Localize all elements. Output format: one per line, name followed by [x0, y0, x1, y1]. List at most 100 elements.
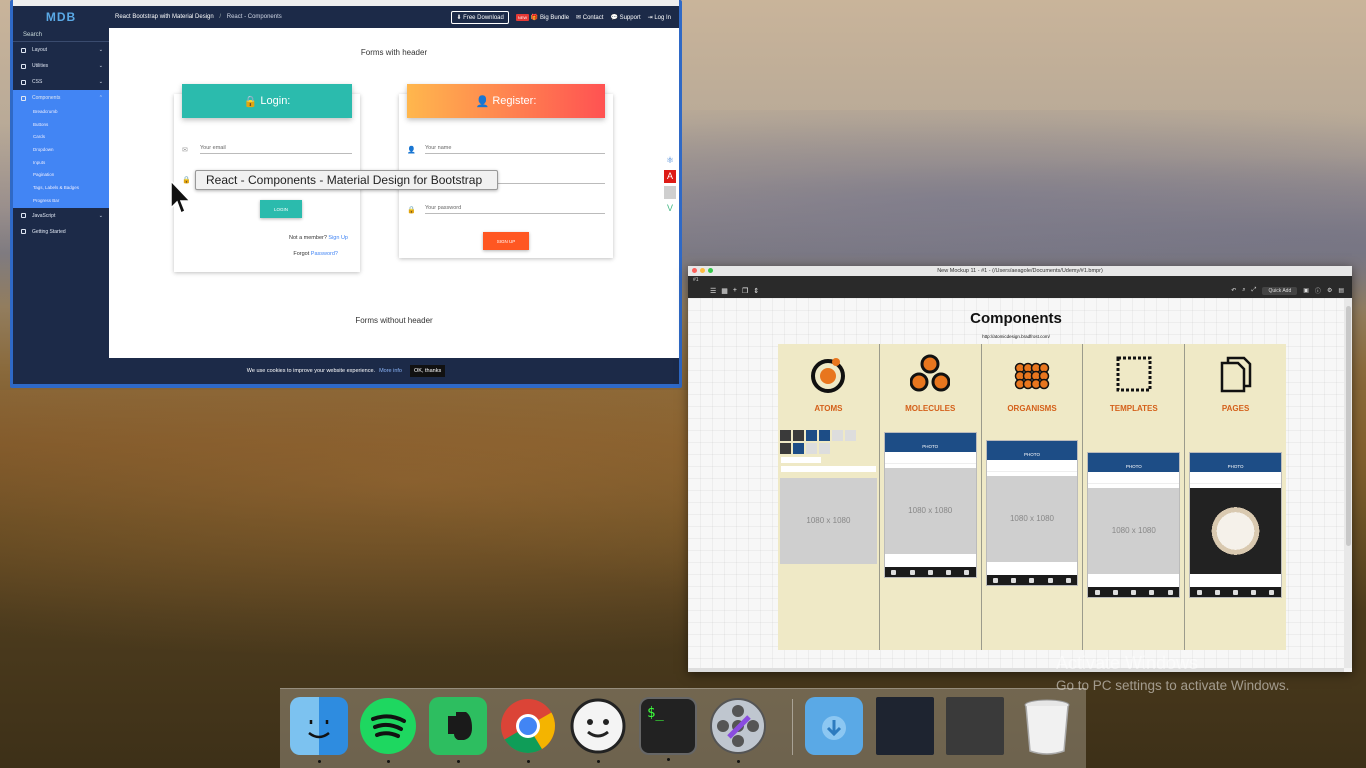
spotify-icon[interactable] — [359, 697, 417, 763]
support-label: Support — [619, 14, 641, 21]
support-link[interactable]: 💬 Support — [610, 14, 640, 21]
mockup-window-title: New Mockup 11 - #1 - (/Users/aeagole/Doc… — [937, 268, 1103, 274]
breadcrumb-root[interactable]: React Bootstrap with Material Design — [115, 14, 214, 20]
settings-icon[interactable]: ⚙ — [1327, 287, 1332, 294]
name-field[interactable]: 👤 Your name — [407, 138, 605, 154]
sidebar-search[interactable]: Search — [13, 28, 109, 42]
maximize-button[interactable] — [708, 268, 713, 273]
download-icon — [21, 229, 26, 234]
submenu-item-progress-bar[interactable]: Progress Bar — [13, 195, 109, 208]
login-button[interactable]: LOGIN — [260, 200, 302, 218]
submenu-item-dropdown[interactable]: Dropdown — [13, 144, 109, 157]
screenshot-thumbnail-icon[interactable] — [946, 697, 1004, 755]
submenu-item-cards[interactable]: Cards — [13, 131, 109, 144]
submenu-item-breadcrumb[interactable]: Breadcrumb — [13, 106, 109, 119]
phone-user-row — [1088, 472, 1180, 484]
submenu-item-buttons[interactable]: Buttons — [13, 119, 109, 132]
more-info-link[interactable]: More info — [379, 368, 402, 374]
undo-icon[interactable]: ↶ — [1231, 287, 1236, 294]
screenshot-thumbnail-icon[interactable] — [876, 697, 934, 755]
atom-icon-row — [780, 443, 877, 454]
forgot-password-link[interactable]: Password? — [311, 251, 338, 257]
phone-header: PHOTO — [986, 450, 1078, 460]
scroll-thumb[interactable] — [1346, 306, 1351, 546]
sign-up-button[interactable]: SIGN UP — [483, 232, 529, 250]
minimize-button[interactable] — [700, 268, 705, 273]
phone-nav — [986, 575, 1078, 585]
sidebar-item-getting-started[interactable]: Getting Started — [13, 224, 109, 240]
browser-window[interactable]: MDB React Bootstrap with Material Design… — [10, 0, 682, 388]
lock-icon: 🔒 — [243, 95, 258, 108]
react-icon[interactable]: ⚛ — [664, 154, 676, 167]
finder-icon[interactable] — [290, 697, 348, 763]
copy-icon[interactable]: ❐ — [742, 287, 748, 295]
email-input[interactable]: Your email — [200, 145, 352, 154]
molecule-phone: PHOTO 1080 x 1080 — [883, 432, 977, 578]
sign-in-icon: ⇥ — [647, 14, 653, 21]
atomic-design-columns: ATOMS 1080 x 1080 MOLECULES PHOTO 1080 x… — [778, 344, 1286, 650]
imovie-icon[interactable] — [709, 697, 767, 763]
sidebar-item-utilities[interactable]: Utilities ⌄ — [13, 58, 109, 74]
mdb-logo[interactable]: MDB — [13, 10, 109, 24]
mdb-content: Forms with header 🔒 Login: ✉ Your email … — [109, 28, 679, 358]
contact-link[interactable]: ✉ Contact — [576, 14, 603, 21]
submenu-item-pagination[interactable]: Pagination — [13, 169, 109, 182]
search-icon[interactable]: ⌕ — [1242, 287, 1245, 294]
user-icon: 👤 — [475, 95, 490, 108]
ok-thanks-button[interactable]: OK, thanks — [410, 365, 446, 377]
sidebar-item-label: Components — [32, 95, 61, 101]
name-input[interactable]: Your name — [425, 145, 605, 154]
close-button[interactable] — [692, 268, 697, 273]
sidebar-item-components[interactable]: Components ⌃ — [13, 90, 109, 106]
fullscreen-icon[interactable]: ⤢ — [1252, 287, 1257, 294]
mockup-window[interactable]: New Mockup 11 - #1 - (/Users/aeagole/Doc… — [688, 266, 1352, 672]
running-indicator — [596, 760, 600, 763]
panel-icon[interactable]: ▤ — [1338, 287, 1344, 294]
atom-photo-placeholder: 1080 x 1080 — [780, 478, 877, 564]
evernote-icon[interactable] — [429, 697, 487, 763]
mockup-tab[interactable]: #1 — [693, 277, 699, 283]
login-card-header: 🔒 Login: — [182, 84, 352, 118]
grid-icon[interactable]: ▦ — [721, 287, 728, 295]
breadcrumb-separator: / — [219, 14, 222, 20]
quick-add-input[interactable]: Quick Add — [1262, 286, 1298, 295]
atoms-samples: 1080 x 1080 — [780, 430, 877, 564]
sign-up-link[interactable]: Sign Up — [328, 235, 348, 241]
trash-icon[interactable] — [1018, 697, 1076, 755]
submenu-item-inputs[interactable]: Inputs — [13, 157, 109, 170]
layout-icon[interactable]: ▣ — [1303, 287, 1309, 294]
arrange-icon[interactable]: ⇕ — [753, 287, 759, 295]
angular-icon[interactable]: A — [664, 170, 676, 183]
info-icon[interactable]: ⓘ — [1315, 286, 1321, 295]
register-password-input[interactable]: Your password — [425, 205, 605, 214]
chrome-icon[interactable] — [499, 697, 557, 763]
big-bundle-link[interactable]: NEW 🎁 Big Bundle — [515, 13, 569, 21]
film-reel-icon — [710, 698, 766, 754]
blank-icon[interactable] — [664, 186, 676, 199]
email-field[interactable]: ✉ Your email — [182, 138, 352, 154]
sidebar-item-css[interactable]: CSS ⌄ — [13, 74, 109, 90]
activate-windows-watermark: Activate Windows Go to PC settings to ac… — [1056, 653, 1289, 693]
register-password-field[interactable]: 🔒 Your password — [407, 198, 605, 214]
atom-text-sample — [781, 466, 876, 472]
phone-photo-placeholder: 1080 x 1080 — [884, 468, 976, 554]
vue-icon[interactable]: V — [664, 202, 676, 215]
add-icon[interactable]: + — [733, 287, 737, 295]
downloads-folder-icon[interactable] — [805, 697, 863, 755]
user-icon: 👤 — [407, 147, 416, 154]
sidebar-item-label: JavaScript — [32, 212, 56, 219]
submenu-item-tags[interactable]: Tags, Labels & Badges — [13, 182, 109, 195]
forms-without-header-title: Forms without header — [355, 316, 433, 325]
sidebar-item-javascript[interactable]: JavaScript ⌄ — [13, 208, 109, 224]
free-download-button[interactable]: ⬇ Free Download — [451, 10, 509, 24]
vertical-scrollbar[interactable] — [1344, 298, 1352, 668]
sidebar-item-layout[interactable]: Layout ⌄ — [13, 42, 109, 58]
navbar-links: ⬇ Free Download NEW 🎁 Big Bundle ✉ Conta… — [451, 10, 679, 24]
sequel-icon[interactable] — [569, 697, 627, 763]
templates-column: TEMPLATES PHOTO 1080 x 1080 — [1083, 344, 1186, 650]
login-link[interactable]: ⇥ Log In — [648, 14, 671, 21]
sidebar-item-label: Utilities — [32, 63, 49, 69]
terminal-icon[interactable]: $_ — [639, 697, 697, 761]
mockup-canvas[interactable]: Components http://atomicdesign.bradfrost… — [688, 298, 1344, 668]
menu-icon[interactable]: ☰ — [710, 287, 716, 295]
